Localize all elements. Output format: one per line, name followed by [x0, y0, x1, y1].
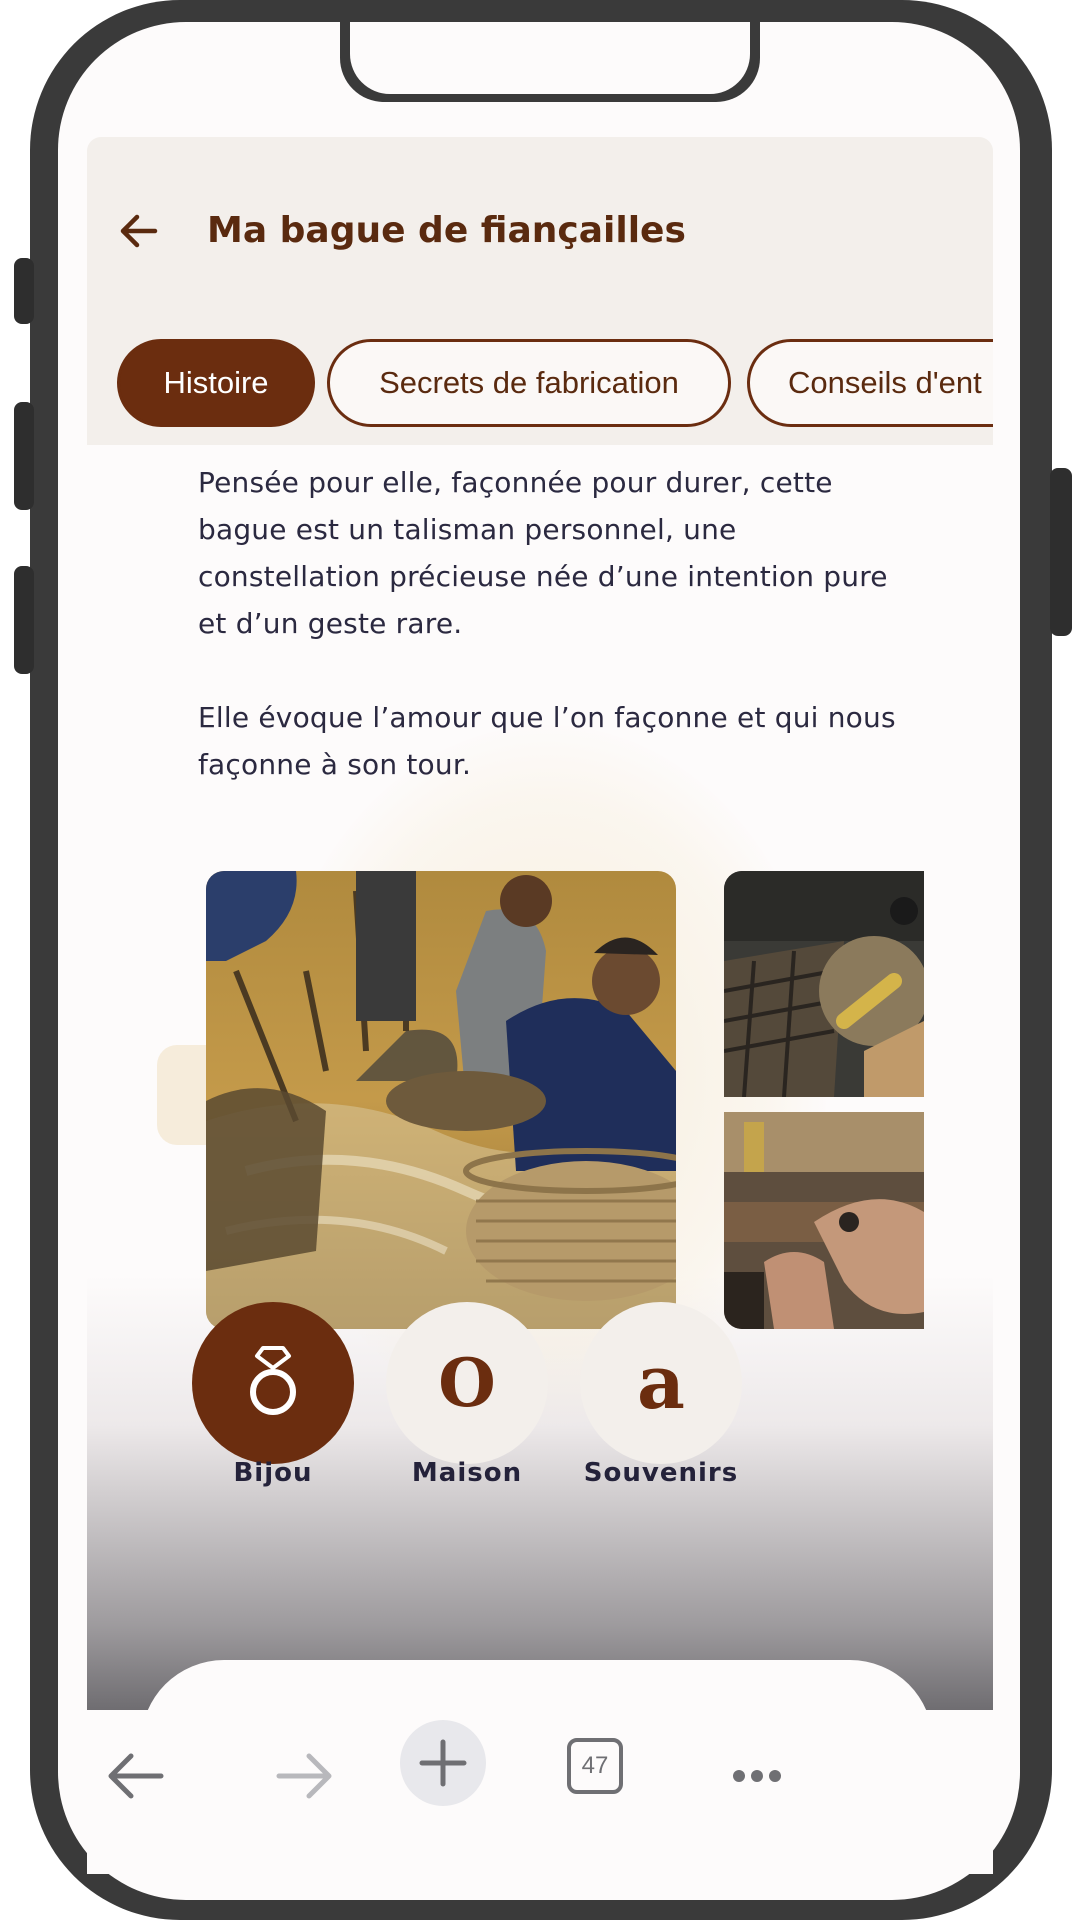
tab-secrets-de-fabrication[interactable]: Secrets de fabrication	[327, 339, 731, 427]
side-button-volume-down	[14, 566, 34, 674]
forward-icon[interactable]	[257, 1728, 353, 1824]
tab-histoire[interactable]: Histoire	[117, 339, 315, 427]
nav-bijou-button[interactable]	[192, 1302, 354, 1464]
tab-bar: Histoire Secrets de fabrication Conseils…	[117, 339, 993, 431]
new-tab-button[interactable]	[400, 1720, 486, 1806]
side-button-volume-up	[14, 402, 34, 510]
nav-souvenirs-button[interactable]: a	[580, 1302, 742, 1464]
tab-count: 47	[581, 1752, 609, 1779]
paragraph-1: Pensée pour elle, façonnée pour durer, c…	[198, 466, 888, 640]
notch-inner	[350, 22, 750, 94]
paragraph-2: Elle évoque l’amour que l’on façonne et …	[198, 701, 896, 781]
app-view: Ma bague de fiançailles Histoire Secrets…	[87, 137, 993, 1710]
new-tab-icon	[419, 1739, 467, 1787]
o-letter-icon: O	[438, 1344, 496, 1422]
back-icon[interactable]	[87, 1728, 183, 1824]
nav-maison-button[interactable]: O	[386, 1302, 548, 1464]
nav-label-souvenirs: Souvenirs	[583, 1458, 739, 1488]
a-letter-icon: a	[637, 1340, 685, 1426]
photo-ring-hands[interactable]	[724, 1112, 924, 1329]
tab-conseils[interactable]: Conseils d'ent	[747, 339, 993, 427]
nav-label-bijou: Bijou	[233, 1458, 313, 1488]
diamond-ring-icon	[250, 1346, 296, 1415]
photo-gold-panning[interactable]	[206, 871, 676, 1329]
browser-toolbar: 47	[87, 1710, 993, 1874]
content-area: Pensée pour elle, façonnée pour durer, c…	[87, 445, 993, 1710]
arrow-left-icon[interactable]	[115, 207, 163, 255]
side-button-power	[1050, 468, 1072, 636]
nav-label-maison: Maison	[411, 1458, 523, 1488]
bottom-nav	[141, 1660, 933, 1710]
intro-text: Pensée pour elle, façonnée pour durer, c…	[198, 459, 898, 835]
page-title: Ma bague de fiançailles	[207, 210, 686, 251]
tabs-button[interactable]: 47	[567, 1738, 623, 1794]
side-button-mute	[14, 258, 34, 324]
more-icon[interactable]	[709, 1728, 805, 1824]
photo-jeweler-torch[interactable]	[724, 871, 924, 1097]
app-header: Ma bague de fiançailles Histoire Secrets…	[87, 137, 993, 445]
